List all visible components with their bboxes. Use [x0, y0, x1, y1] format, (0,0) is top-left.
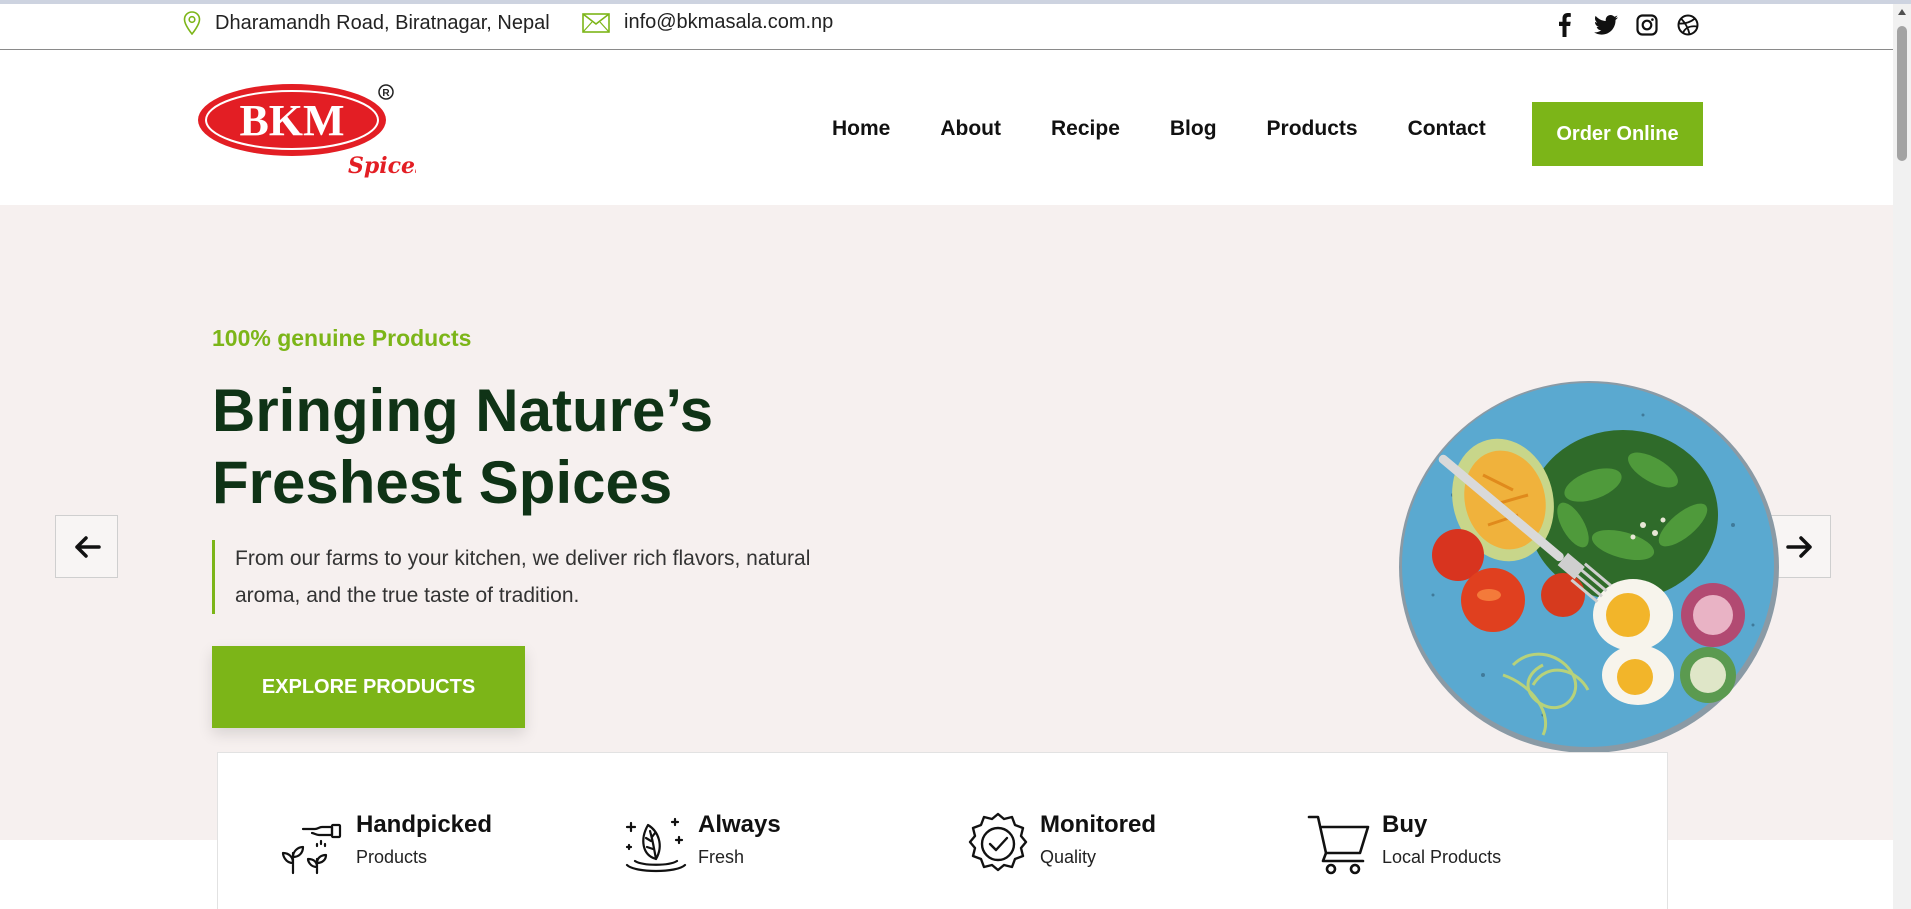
- logo-sub-text: Spices: [348, 153, 416, 179]
- site-header: BKM R Spices Home About Recipe Blog Prod…: [0, 51, 1893, 205]
- cart-icon: [1307, 815, 1370, 875]
- plant-hand-icon: [281, 823, 342, 875]
- arrow-right-icon: [1785, 535, 1812, 558]
- mail-icon: [582, 12, 610, 33]
- feature-subtitle: Local Products: [1382, 847, 1502, 867]
- hero-title-line2: Freshest Spices: [212, 449, 673, 516]
- arrow-left-icon: [74, 535, 101, 558]
- nav-home[interactable]: Home: [832, 117, 890, 141]
- bkm-logo[interactable]: BKM R Spices: [196, 83, 427, 183]
- instagram-icon[interactable]: [1634, 12, 1659, 37]
- main-nav: Home About Recipe Blog Products Contact: [832, 117, 1536, 141]
- slider-prev-button[interactable]: [55, 515, 118, 578]
- social-links: [1552, 12, 1700, 37]
- hero-title-line1: Bringing Nature’s: [212, 377, 714, 444]
- location-pin-icon: [183, 11, 201, 35]
- order-online-button[interactable]: Order Online: [1532, 102, 1703, 166]
- feature-subtitle: Fresh: [698, 847, 745, 867]
- feature-title: Buy: [1382, 811, 1428, 838]
- nav-products[interactable]: Products: [1267, 117, 1358, 141]
- hero-title: Bringing Nature’s Freshest Spices: [212, 375, 912, 519]
- address-info: Dharamandh Road, Biratnagar, Nepal: [183, 11, 550, 35]
- scroll-thumb[interactable]: [1897, 26, 1907, 161]
- page-scrollbar[interactable]: [1893, 4, 1911, 909]
- hero-description: From our farms to your kitchen, we deliv…: [212, 540, 872, 614]
- feature-title: Always: [698, 811, 781, 838]
- feature-local: Buy Local Products: [1307, 811, 1501, 877]
- dribbble-icon[interactable]: [1675, 12, 1700, 37]
- logo-main-text: BKM: [239, 96, 344, 145]
- feature-subtitle: Quality: [1040, 847, 1097, 867]
- address-text: Dharamandh Road, Biratnagar, Nepal: [215, 11, 550, 34]
- feature-fresh: Always Fresh: [623, 811, 781, 877]
- feature-title: Handpicked: [356, 811, 493, 838]
- quality-badge-icon: [968, 812, 1028, 872]
- feature-title: Monitored: [1040, 811, 1156, 838]
- hero-tagline: 100% genuine Products: [212, 325, 472, 351]
- email-text[interactable]: info@bkmasala.com.np: [624, 11, 833, 34]
- scroll-up-arrow-icon[interactable]: [1898, 9, 1906, 15]
- top-info-bar: Dharamandh Road, Biratnagar, Nepal info@…: [0, 4, 1893, 50]
- fresh-leaf-icon: [625, 817, 687, 873]
- salad-plate-image: [1399, 381, 1779, 753]
- nav-contact[interactable]: Contact: [1408, 117, 1486, 141]
- twitter-icon[interactable]: [1593, 12, 1618, 37]
- nav-recipe[interactable]: Recipe: [1051, 117, 1120, 141]
- explore-products-button[interactable]: EXPLORE PRODUCTS: [212, 646, 525, 728]
- nav-blog[interactable]: Blog: [1170, 117, 1217, 141]
- features-bar: Handpicked Products Always Fresh Monitor…: [217, 752, 1668, 909]
- feature-quality: Monitored Quality: [965, 811, 1156, 877]
- nav-about[interactable]: About: [940, 117, 1001, 141]
- email-info[interactable]: info@bkmasala.com.np: [582, 11, 833, 34]
- hero-section: 100% genuine Products Bringing Nature’s …: [0, 205, 1893, 840]
- feature-handpicked: Handpicked Products: [281, 811, 492, 877]
- feature-subtitle: Products: [356, 847, 428, 867]
- svg-text:R: R: [382, 88, 390, 99]
- facebook-icon[interactable]: [1552, 12, 1577, 37]
